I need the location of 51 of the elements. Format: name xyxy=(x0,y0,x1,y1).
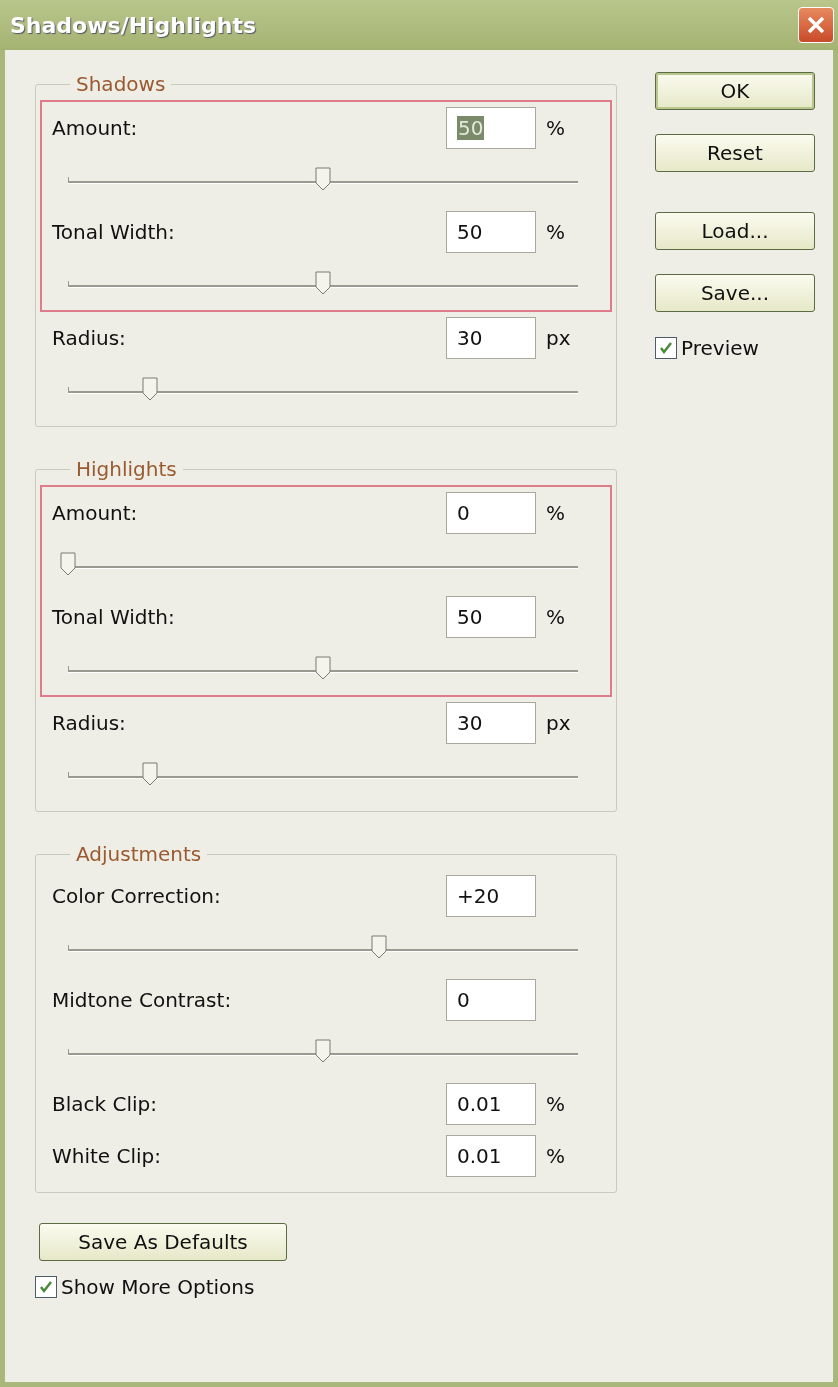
dialog-button[interactable]: Reset xyxy=(655,134,815,172)
checkbox[interactable] xyxy=(655,337,677,359)
field-label: White Clip: xyxy=(52,1144,163,1168)
field-label: Midtone Contrast: xyxy=(52,988,233,1012)
check-icon xyxy=(658,340,674,356)
value-field[interactable]: 0 xyxy=(446,492,536,534)
field-label: Color Correction: xyxy=(52,884,222,908)
value-field[interactable]: +20 xyxy=(446,875,536,917)
field-label: Radius: xyxy=(52,326,127,350)
slider-thumb[interactable] xyxy=(315,656,331,680)
unit-label: px xyxy=(546,711,571,735)
window-title: Shadows/Highlights xyxy=(10,12,257,38)
field-label: Radius: xyxy=(52,711,127,735)
slider-thumb[interactable] xyxy=(371,935,388,959)
group-title: Shadows xyxy=(75,72,167,96)
unit-label: % xyxy=(546,1092,565,1116)
group-title: Highlights xyxy=(75,457,178,481)
unit-label: px xyxy=(546,326,571,350)
unit-label: % xyxy=(546,116,565,140)
dialog-button[interactable]: Load... xyxy=(655,212,815,250)
value-field[interactable]: 50 xyxy=(446,596,536,638)
dialog-button[interactable]: OK xyxy=(655,72,815,110)
slider-thumb[interactable] xyxy=(60,552,76,576)
value-field[interactable]: 30 xyxy=(446,702,536,744)
slider-thumb[interactable] xyxy=(315,1039,331,1063)
unit-label: % xyxy=(546,220,565,244)
checkbox-label[interactable]: Preview xyxy=(681,336,759,360)
value-field[interactable]: 30 xyxy=(446,317,536,359)
value-field[interactable]: 0 xyxy=(446,979,536,1021)
close-icon[interactable] xyxy=(798,7,834,43)
checkbox[interactable] xyxy=(35,1276,57,1298)
value-field[interactable]: 0.01 xyxy=(446,1135,536,1177)
checkbox-label[interactable]: Show More Options xyxy=(61,1275,255,1299)
unit-label: % xyxy=(546,605,565,629)
check-icon xyxy=(38,1279,54,1295)
field-label: Black Clip: xyxy=(52,1092,158,1116)
value-field[interactable]: 50 xyxy=(446,211,536,253)
group-title: Adjustments xyxy=(75,842,203,866)
slider-thumb[interactable] xyxy=(141,377,158,401)
field-label: Amount: xyxy=(52,501,139,525)
field-label: Amount: xyxy=(52,116,139,140)
value-field[interactable]: 0.01 xyxy=(446,1083,536,1125)
slider-thumb[interactable] xyxy=(315,271,331,295)
field-label: Tonal Width: xyxy=(52,220,176,244)
dialog-button[interactable]: Save... xyxy=(655,274,815,312)
save-defaults-button[interactable]: Save As Defaults xyxy=(39,1223,287,1261)
field-label: Tonal Width: xyxy=(52,605,176,629)
unit-label: % xyxy=(546,501,565,525)
unit-label: % xyxy=(546,1144,565,1168)
slider-thumb[interactable] xyxy=(141,762,158,786)
slider-thumb[interactable] xyxy=(315,167,331,191)
